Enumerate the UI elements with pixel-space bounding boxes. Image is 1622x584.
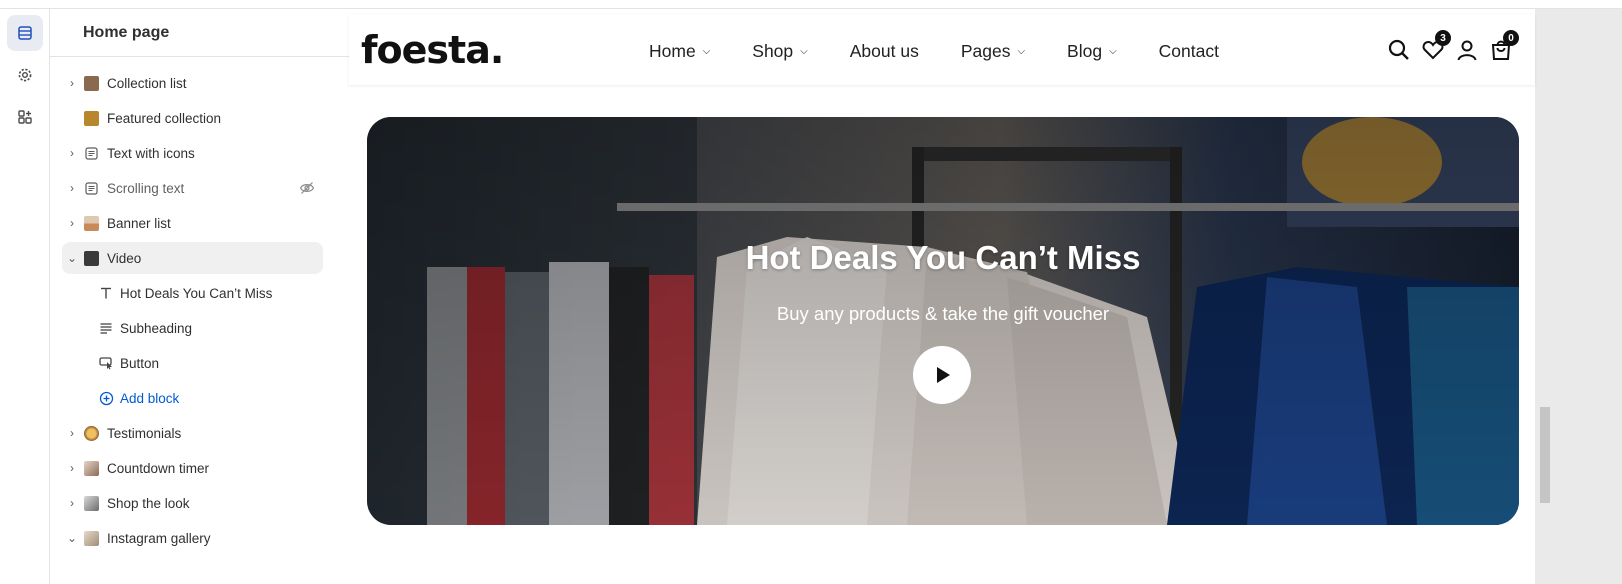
chevron-right-icon[interactable]: › bbox=[62, 181, 82, 195]
chevron-down-icon[interactable]: ⌄ bbox=[62, 251, 82, 265]
sections-button[interactable] bbox=[7, 15, 43, 51]
block-subheading[interactable]: Subheading bbox=[62, 312, 323, 344]
section-label: Video bbox=[107, 250, 142, 266]
section-label: Banner list bbox=[107, 215, 171, 231]
section-thumbnail bbox=[84, 250, 99, 266]
chevron-right-icon[interactable]: › bbox=[62, 146, 82, 160]
section-countdown-timer[interactable]: › Countdown timer bbox=[62, 452, 323, 484]
add-block-button[interactable]: Add block bbox=[62, 382, 323, 414]
store-header: foesta. Home ⌵ Shop ⌵ About us Pages ⌵ Blog… bbox=[349, 15, 1535, 85]
sections-sidebar: Home page ▲ › Collection list Featured c… bbox=[50, 9, 388, 584]
section-label: Testimonials bbox=[107, 425, 182, 441]
cart-icon[interactable]: 0 bbox=[1489, 30, 1519, 62]
chevron-right-icon[interactable]: › bbox=[62, 461, 82, 475]
section-collection-list[interactable]: › Collection list bbox=[62, 67, 323, 99]
section-label: Countdown timer bbox=[107, 460, 210, 476]
sections-icon bbox=[18, 26, 32, 40]
section-thumbnail bbox=[84, 460, 99, 476]
block-label: Hot Deals You Can’t Miss bbox=[120, 285, 273, 301]
section-label: Scrolling text bbox=[107, 180, 185, 196]
menu-item-about[interactable]: About us bbox=[850, 41, 919, 62]
section-thumbnail bbox=[84, 530, 99, 546]
chevron-right-icon[interactable]: › bbox=[62, 216, 82, 230]
main-menu: Home ⌵ Shop ⌵ About us Pages ⌵ Blog ⌵ Contac… bbox=[649, 41, 1261, 62]
menu-item-contact[interactable]: Contact bbox=[1159, 41, 1219, 62]
section-label: Text with icons bbox=[107, 145, 195, 161]
menu-item-home[interactable]: Home ⌵ bbox=[649, 41, 710, 62]
section-thumbnail bbox=[84, 75, 99, 91]
section-text-icon bbox=[84, 146, 99, 161]
account-icon[interactable] bbox=[1455, 38, 1479, 62]
section-label: Featured collection bbox=[107, 110, 222, 126]
section-featured-collection[interactable]: Featured collection bbox=[62, 102, 323, 134]
button-icon bbox=[98, 355, 114, 371]
search-icon[interactable] bbox=[1387, 38, 1411, 62]
section-label: Instagram gallery bbox=[107, 530, 211, 546]
video-section: Hot Deals You Can’t Miss Buy any product… bbox=[367, 117, 1519, 525]
section-testimonials[interactable]: › Testimonials bbox=[62, 417, 323, 449]
store-logo[interactable]: foesta. bbox=[361, 28, 504, 72]
wishlist-icon[interactable]: 3 bbox=[1421, 30, 1451, 62]
gear-icon bbox=[18, 68, 32, 82]
plus-circle-icon bbox=[98, 390, 114, 406]
section-label: Shop the look bbox=[107, 495, 190, 511]
play-icon bbox=[937, 367, 950, 383]
play-button[interactable] bbox=[913, 346, 971, 404]
section-shop-the-look[interactable]: › Shop the look bbox=[62, 487, 323, 519]
section-instagram-gallery[interactable]: ⌄ Instagram gallery bbox=[62, 522, 323, 554]
section-text-icon bbox=[84, 181, 99, 196]
section-thumbnail bbox=[84, 215, 99, 231]
chevron-down-icon: ⌵ bbox=[1017, 46, 1026, 57]
preview-scrollbar[interactable] bbox=[1540, 407, 1550, 503]
chevron-down-icon[interactable]: ⌄ bbox=[62, 531, 82, 545]
section-banner-list[interactable]: › Banner list bbox=[62, 207, 323, 239]
menu-item-pages[interactable]: Pages ⌵ bbox=[961, 41, 1025, 62]
chevron-right-icon[interactable]: › bbox=[62, 496, 82, 510]
theme-settings-button[interactable] bbox=[7, 57, 43, 93]
paragraph-icon bbox=[98, 320, 114, 336]
add-block-label: Add block bbox=[120, 390, 180, 406]
section-thumbnail bbox=[84, 495, 99, 511]
block-button[interactable]: Button bbox=[62, 347, 323, 379]
menu-item-shop[interactable]: Shop ⌵ bbox=[752, 41, 807, 62]
section-thumbnail bbox=[84, 110, 99, 126]
section-label: Collection list bbox=[107, 75, 187, 91]
hidden-eye-icon[interactable] bbox=[299, 181, 315, 198]
block-label: Button bbox=[120, 355, 160, 371]
chevron-right-icon[interactable]: › bbox=[62, 426, 82, 440]
preview-frame: foesta. Home ⌵ Shop ⌵ About us Pages ⌵ Blog… bbox=[349, 9, 1535, 584]
cart-count-badge: 0 bbox=[1503, 30, 1519, 46]
chevron-down-icon: ⌵ bbox=[702, 46, 711, 57]
header-icons: 3 0 bbox=[1377, 30, 1519, 62]
video-heading: Hot Deals You Can’t Miss bbox=[745, 239, 1141, 276]
section-video[interactable]: ⌄ Video bbox=[62, 242, 323, 274]
section-scrolling-text[interactable]: › Scrolling text bbox=[62, 172, 323, 204]
block-label: Subheading bbox=[120, 320, 193, 336]
text-icon bbox=[98, 285, 114, 301]
video-subheading: Buy any products & take the gift voucher bbox=[776, 303, 1110, 324]
editor-icon-rail bbox=[0, 9, 50, 584]
apps-button[interactable] bbox=[7, 99, 43, 135]
store-preview: foesta. Home ⌵ Shop ⌵ About us Pages ⌵ Blog… bbox=[349, 9, 1622, 584]
section-text-with-icons[interactable]: › Text with icons bbox=[62, 137, 323, 169]
top-border bbox=[0, 0, 1622, 9]
chevron-down-icon: ⌵ bbox=[800, 46, 808, 57]
block-heading[interactable]: Hot Deals You Can’t Miss bbox=[62, 277, 323, 309]
apps-icon bbox=[18, 110, 32, 124]
chevron-down-icon: ⌵ bbox=[1109, 46, 1117, 57]
menu-item-blog[interactable]: Blog ⌵ bbox=[1067, 41, 1117, 62]
chevron-right-icon[interactable]: › bbox=[62, 76, 82, 90]
section-thumbnail bbox=[84, 425, 99, 441]
wishlist-count-badge: 3 bbox=[1435, 30, 1451, 46]
sidebar-title: Home page bbox=[50, 9, 351, 57]
